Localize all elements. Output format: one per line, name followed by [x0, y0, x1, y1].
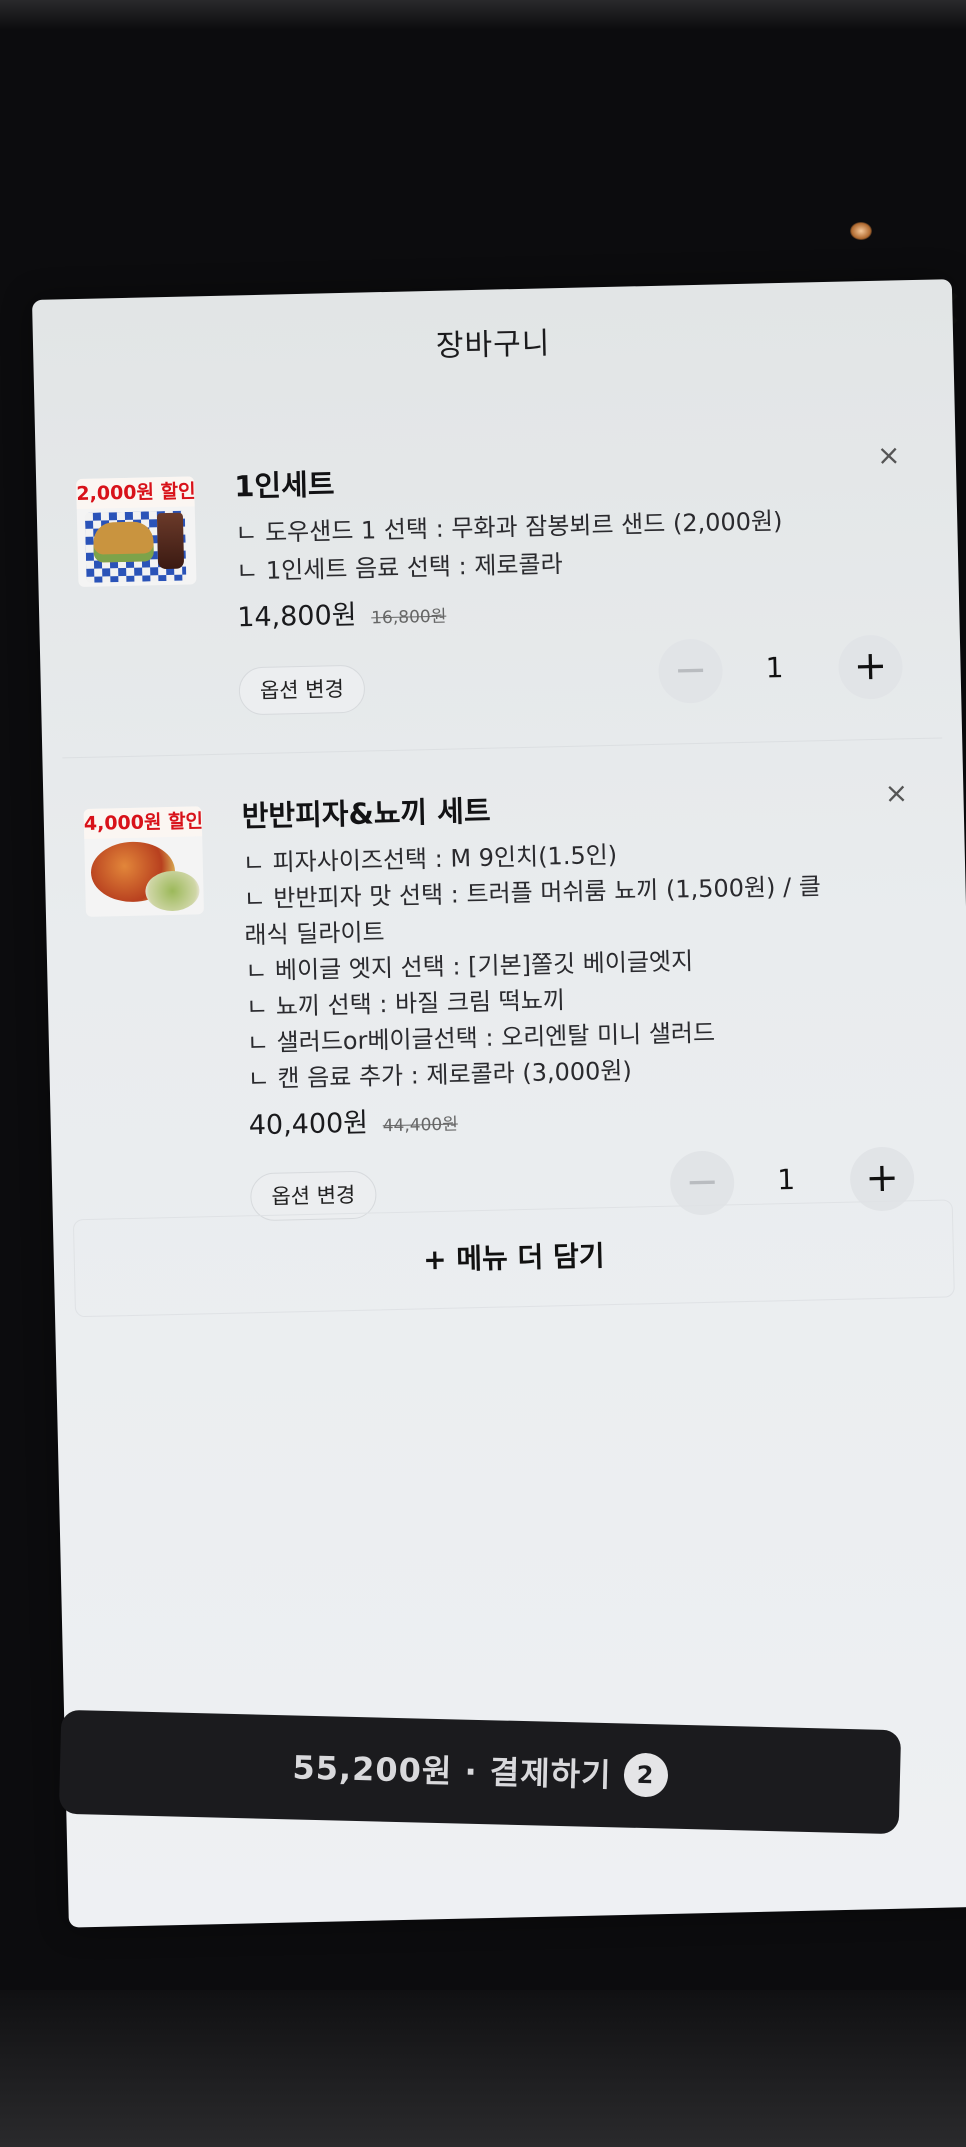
original-price: 16,800원 — [371, 606, 447, 629]
sale-price: 40,400원 — [248, 1107, 369, 1142]
salad-graphic — [144, 870, 200, 912]
checkout-button[interactable]: 55,200원 · 결제하기 2 — [58, 1709, 902, 1835]
drink-cup-graphic — [156, 512, 185, 570]
item-option: ㄴ 도우샌드 1 선택 : 무화과 잠봉뵈르 샌드 (2,000원) — [235, 507, 783, 548]
item-option: 래식 딜라이트 — [244, 918, 385, 950]
divider — [62, 737, 943, 759]
item-price: 40,400원 44,400원 — [248, 1099, 458, 1143]
item-count-badge: 2 — [623, 1752, 669, 1798]
item-name: 반반피자&뇨끼 세트 — [241, 793, 491, 834]
discount-badge: 2,000원 할인 — [76, 476, 196, 510]
discount-badge: 4,000원 할인 — [83, 806, 203, 839]
cart-item: 2,000원 할인 1인세트 × ㄴ 도우샌드 1 선택 : 무화과 잠봉뵈르 … — [32, 279, 952, 716]
change-options-button[interactable]: 옵션 변경 — [238, 664, 366, 716]
bezel — [0, 0, 966, 30]
cart-item: 4,000원 할인 반반피자&뇨끼 세트 × ㄴ 피자사이즈선택 : M 9인치… — [32, 279, 952, 1222]
remove-item-button[interactable]: × — [881, 776, 912, 810]
page-title: 장바구니 — [435, 326, 551, 364]
sale-price: 14,800원 — [236, 599, 357, 634]
item-option: ㄴ 뇨끼 선택 : 바질 크림 떡뇨끼 — [245, 986, 566, 1022]
item-image: 2,000원 할인 — [76, 476, 197, 588]
sandwich-graphic — [93, 521, 154, 563]
add-more-menu-button[interactable]: + 메뉴 더 담기 — [72, 1199, 955, 1318]
quantity-value: 1 — [765, 651, 784, 685]
checkout-label: 55,200원 · 결제하기 — [292, 1748, 612, 1795]
quantity-value: 1 — [776, 1162, 796, 1197]
background-surface — [0, 1990, 966, 2147]
item-option: ㄴ 1인세트 음료 선택 : 제로콜라 — [235, 550, 563, 586]
item-option: ㄴ 캔 음료 추가 : 제로콜라 (3,000원) — [247, 1056, 633, 1094]
original-price: 44,400원 — [382, 1114, 459, 1137]
item-price: 14,800원 16,800원 — [237, 591, 447, 635]
decrease-quantity-button[interactable]: − — [657, 638, 724, 704]
item-image: 4,000원 할인 — [83, 806, 204, 917]
remove-item-button[interactable]: × — [873, 438, 904, 472]
item-name: 1인세트 — [233, 467, 335, 504]
cart-panel: 장바구니 2,000원 할인 1인세트 × ㄴ 도우샌드 1 선택 : 무화과 … — [32, 279, 966, 1928]
ceiling-light — [850, 222, 872, 240]
increase-quantity-button[interactable]: + — [837, 634, 904, 700]
